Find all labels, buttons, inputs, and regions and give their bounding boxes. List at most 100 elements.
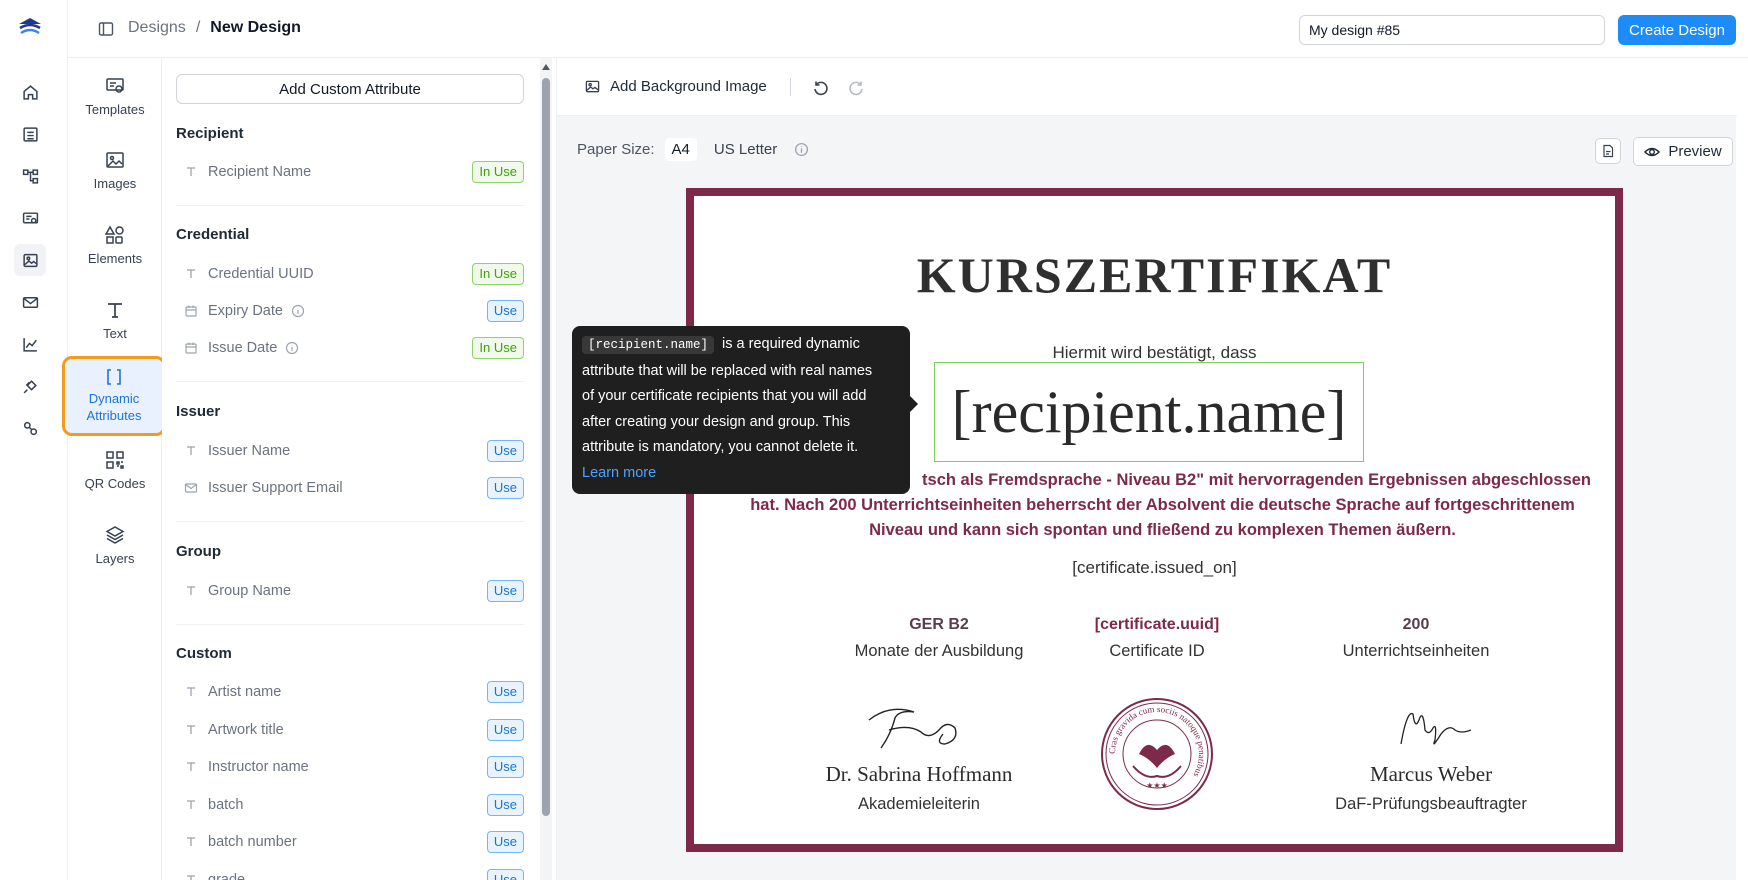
designs-icon[interactable] xyxy=(14,244,46,276)
use-badge[interactable]: Use xyxy=(486,719,524,741)
use-badge[interactable]: Use xyxy=(486,869,524,880)
in-use-badge: In Use xyxy=(472,263,524,285)
tool-elements[interactable]: Elements xyxy=(68,225,162,266)
tool-layers[interactable]: Layers xyxy=(68,525,162,566)
use-badge[interactable]: Use xyxy=(486,300,524,322)
svg-text:Cras gravida cum sociis natoqu: Cras gravida cum sociis natoque penatibu… xyxy=(1107,704,1207,779)
analytics-icon[interactable] xyxy=(14,328,46,360)
certificate-canvas[interactable]: KURSZERTIFIKAT Hiermit wird bestätigt, d… xyxy=(686,188,1623,852)
text-type-icon xyxy=(187,800,195,809)
description-line: Niveau und kann sich spontan und fließen… xyxy=(869,521,1456,539)
tool-images[interactable]: Images xyxy=(68,150,162,191)
attribute-row[interactable]: batch number Use xyxy=(184,830,524,854)
tooltip-code: [recipient.name] xyxy=(582,336,715,354)
stat-certificate-id[interactable]: [certificate.uuid] Certificate ID xyxy=(1027,616,1287,661)
editor-toolbar: Add Background Image xyxy=(557,58,1737,116)
tool-templates[interactable]: Templates xyxy=(68,76,162,117)
paper-size-a4[interactable]: A4 xyxy=(664,138,697,161)
attribute-label: Group Name xyxy=(208,583,292,599)
tool-label: Layers xyxy=(95,551,135,566)
link-icon[interactable] xyxy=(14,412,46,444)
attribute-label: batch number xyxy=(208,834,297,850)
text-icon xyxy=(108,303,122,318)
layers-icon xyxy=(105,526,125,544)
text-type-icon xyxy=(187,167,195,176)
signatory-role: Akademieleiterin xyxy=(858,795,980,813)
mail-icon[interactable] xyxy=(14,286,46,318)
attribute-label: grade xyxy=(208,872,246,880)
toolbar-divider xyxy=(790,78,791,96)
create-design-button[interactable]: Create Design xyxy=(1618,15,1736,45)
attribute-row[interactable]: Artwork title Use xyxy=(184,718,524,742)
breadcrumb-separator: / xyxy=(195,19,201,36)
tool-qr-codes[interactable]: QR Codes xyxy=(68,450,162,491)
attribute-row[interactable]: Issuer Name Use xyxy=(184,439,524,463)
scroll-up-arrow-icon[interactable] xyxy=(542,64,550,70)
certificate-title[interactable]: KURSZERTIFIKAT xyxy=(694,246,1615,304)
breadcrumb-designs[interactable]: Designs xyxy=(128,19,186,37)
redo-icon[interactable] xyxy=(849,80,865,96)
eye-icon xyxy=(1644,147,1661,156)
use-badge[interactable]: Use xyxy=(486,580,524,602)
tool-label: Text xyxy=(103,326,127,341)
attribute-row[interactable]: Credential UUID In Use xyxy=(184,262,524,286)
pdf-icon xyxy=(1603,144,1614,158)
info-icon[interactable] xyxy=(291,304,305,318)
design-name-input[interactable] xyxy=(1299,15,1605,45)
breadcrumb: Designs / New Design xyxy=(128,19,301,37)
stat-units[interactable]: 200 Unterrichtseinheiten xyxy=(1286,616,1546,661)
add-background-image-button[interactable]: Add Background Image xyxy=(585,78,767,95)
issued-on-placeholder[interactable]: [certificate.issued_on] xyxy=(694,558,1615,578)
home-icon[interactable] xyxy=(14,76,46,108)
attribute-label: Recipient Name xyxy=(208,164,312,180)
info-icon[interactable] xyxy=(285,341,299,355)
recipient-name-placeholder[interactable]: [recipient.name] xyxy=(934,362,1364,462)
use-badge[interactable]: Use xyxy=(486,831,524,853)
attribute-row[interactable]: Instructor name Use xyxy=(184,755,524,779)
use-badge[interactable]: Use xyxy=(486,681,524,703)
preview-button[interactable]: Preview xyxy=(1633,137,1733,166)
scroll-thumb[interactable] xyxy=(542,78,550,816)
text-type-icon xyxy=(187,762,195,771)
attribute-row[interactable]: Group Name Use xyxy=(184,579,524,603)
signatory-right[interactable]: Marcus Weber DaF-Prüfungsbeauftragter xyxy=(1291,700,1571,814)
list-icon[interactable] xyxy=(14,118,46,150)
attribute-row[interactable]: grade Use xyxy=(184,868,524,880)
attributes-scrollbar[interactable] xyxy=(540,58,552,880)
app-logo-icon[interactable] xyxy=(16,14,44,42)
use-badge[interactable]: Use xyxy=(486,440,524,462)
paper-size-us-letter[interactable]: US Letter xyxy=(707,138,784,161)
undo-icon[interactable] xyxy=(812,80,828,96)
use-badge[interactable]: Use xyxy=(486,477,524,499)
export-pdf-button[interactable] xyxy=(1595,138,1621,164)
attribute-row[interactable]: Issue Date In Use xyxy=(184,336,524,360)
integrations-icon[interactable] xyxy=(14,370,46,402)
signature-icon xyxy=(1400,712,1472,745)
use-badge[interactable]: Use xyxy=(486,794,524,816)
attribute-row[interactable]: Artist name Use xyxy=(184,680,524,704)
templates-icon xyxy=(106,78,124,93)
text-type-icon xyxy=(187,269,195,278)
tool-text[interactable]: Text xyxy=(68,300,162,341)
attribute-row[interactable]: batch Use xyxy=(184,793,524,817)
add-background-label: Add Background Image xyxy=(610,78,767,95)
tool-dynamic-attributes[interactable]: Dynamic Attributes xyxy=(62,356,166,436)
use-badge[interactable]: Use xyxy=(486,756,524,778)
credential-icon[interactable] xyxy=(14,202,46,234)
signatory-left[interactable]: Dr. Sabrina Hoffmann Akademieleiterin xyxy=(779,700,1059,814)
learn-more-link[interactable]: Learn more xyxy=(582,461,900,487)
text-type-icon xyxy=(187,586,195,595)
seal-stamp-icon[interactable]: Cras gravida cum sociis natoque penatibu… xyxy=(1099,696,1215,812)
attribute-label: Instructor name xyxy=(208,759,309,775)
attribute-row[interactable]: Issuer Support Email Use xyxy=(184,476,524,500)
flow-icon[interactable] xyxy=(14,160,46,192)
attribute-row[interactable]: Recipient Name In Use xyxy=(184,160,524,184)
paper-size-bar: Paper Size: A4 US Letter xyxy=(577,138,809,161)
text-type-icon xyxy=(187,875,195,880)
tooltip-line: after creating your design and group. Th… xyxy=(582,413,851,430)
stat-value: [certificate.uuid] xyxy=(1094,616,1220,633)
attribute-row[interactable]: Expiry Date Use xyxy=(184,299,524,323)
sidebar-toggle-icon[interactable] xyxy=(98,21,114,37)
info-icon[interactable] xyxy=(794,142,809,157)
add-custom-attribute-button[interactable]: Add Custom Attribute xyxy=(176,74,524,104)
